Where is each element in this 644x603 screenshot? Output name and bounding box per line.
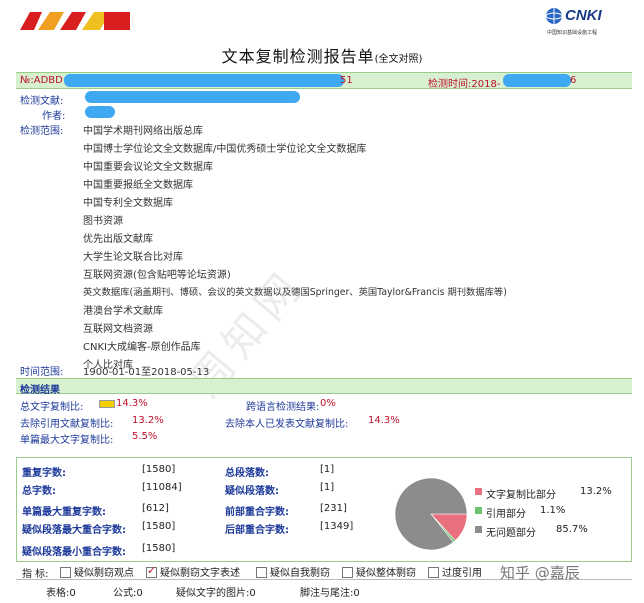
database-item: CNKI大成编客-原创作品库 bbox=[83, 342, 201, 353]
max-overlap-value: [1580] bbox=[142, 521, 176, 532]
total-copy-label: 总文字复制比: bbox=[20, 402, 84, 413]
indicator-label: 指 标: bbox=[22, 569, 49, 580]
repeat-chars-label: 重复字数: bbox=[22, 468, 66, 479]
indicator-over-quote[interactable]: 过度引用 bbox=[428, 564, 482, 579]
legend-swatch bbox=[475, 507, 482, 514]
max-repeat-value: [612] bbox=[142, 503, 169, 514]
max-single-label: 单篇最大文字复制比: bbox=[20, 435, 114, 446]
copy-ratio-bar bbox=[99, 400, 115, 408]
indicator-plagiarism-wording[interactable]: 疑似剽窃文字表述 bbox=[146, 564, 240, 579]
legend-value: 85.7% bbox=[556, 524, 588, 535]
redaction-mask bbox=[503, 74, 571, 87]
total-paragraphs-value: [1] bbox=[320, 464, 335, 475]
copy-ratio-pie-chart bbox=[394, 477, 468, 551]
check-time-tail: 6 bbox=[570, 75, 577, 86]
checkbox[interactable] bbox=[342, 567, 353, 578]
legend-label: 文字复制比部分 bbox=[486, 490, 556, 501]
legend-label: 无问题部分 bbox=[486, 528, 536, 539]
database-item: 大学生论文联合比对库 bbox=[83, 252, 183, 263]
indicator-text: 过度引用 bbox=[442, 568, 482, 579]
max-single-value: 5.5% bbox=[132, 431, 158, 442]
page-title: 文本复制检测报告单(全文对照) bbox=[0, 43, 644, 67]
max-overlap-label: 疑似段落最大重合字数: bbox=[22, 525, 126, 536]
report-title: 文本复制检测报告单 bbox=[221, 47, 375, 66]
footer-images: 疑似文字的图片:0 bbox=[176, 588, 256, 599]
checkbox[interactable] bbox=[256, 567, 267, 578]
legend-label: 引用部分 bbox=[486, 509, 526, 520]
zhihu-watermark: 知乎 @嘉辰 bbox=[500, 564, 580, 582]
repeat-chars-value: [1580] bbox=[142, 464, 176, 475]
report-title-suffix: (全文对照) bbox=[374, 54, 423, 65]
exclude-quote-value: 13.2% bbox=[132, 415, 164, 426]
indicator-plagiarism-viewpoint[interactable]: 疑似剽窃观点 bbox=[60, 564, 134, 579]
database-item: 中国重要会议论文全文数据库 bbox=[83, 162, 213, 173]
cross-language-label: 跨语言检测结果: bbox=[246, 402, 320, 413]
front-overlap-value: [231] bbox=[320, 503, 347, 514]
indicator-self-plagiarism[interactable]: 疑似自我剽窃 bbox=[256, 564, 330, 579]
scope-label: 检测范围: bbox=[20, 126, 64, 137]
check-time-label: 检测时间:2018- bbox=[428, 79, 501, 90]
suspect-paragraphs-value: [1] bbox=[320, 482, 335, 493]
suspect-paragraphs-label: 疑似段落数: bbox=[225, 486, 279, 497]
footer-footnotes: 脚注与尾注:0 bbox=[300, 588, 360, 599]
indicator-whole-plagiarism[interactable]: 疑似整体剽窃 bbox=[342, 564, 416, 579]
globe-icon bbox=[545, 8, 563, 24]
database-item: 港澳台学术文献库 bbox=[83, 306, 163, 317]
indicator-text: 疑似整体剽窃 bbox=[356, 568, 416, 579]
front-overlap-label: 前部重合字数: bbox=[225, 507, 289, 518]
redaction-mask bbox=[85, 106, 115, 118]
total-chars-label: 总字数: bbox=[22, 486, 56, 497]
checkbox[interactable] bbox=[428, 567, 439, 578]
results-title: 检测结果 bbox=[20, 385, 60, 396]
report-number-label: №:ADBD bbox=[20, 75, 63, 86]
exclude-self-value: 14.3% bbox=[368, 415, 400, 426]
database-item: 优先出版文献库 bbox=[83, 234, 153, 245]
cnki-logo-text: CNKI bbox=[565, 7, 602, 24]
results-header-bar bbox=[16, 378, 632, 394]
footer-tables: 表格:0 bbox=[46, 588, 76, 599]
legend-swatch bbox=[475, 488, 482, 495]
cnki-logo-subtitle: 中国知识基础设施工程 bbox=[547, 30, 598, 36]
indicator-text: 疑似剽窃观点 bbox=[74, 568, 134, 579]
time-range-label: 时间范围: bbox=[20, 367, 64, 378]
cnki-logo: CNKI 中国知识基础设施工程 bbox=[545, 5, 635, 39]
brand-logo bbox=[20, 12, 130, 30]
footer-formulas: 公式:0 bbox=[113, 588, 143, 599]
total-paragraphs-label: 总段落数: bbox=[225, 468, 269, 479]
legend-value: 13.2% bbox=[580, 486, 612, 497]
database-item: 中国专利全文数据库 bbox=[83, 198, 173, 209]
back-overlap-value: [1349] bbox=[320, 521, 354, 532]
legend-value: 1.1% bbox=[540, 505, 566, 516]
min-overlap-value: [1580] bbox=[142, 543, 176, 554]
database-item: 中国重要报纸全文数据库 bbox=[83, 180, 193, 191]
database-item: 中国学术期刊网络出版总库 bbox=[83, 126, 203, 137]
legend-swatch bbox=[475, 526, 482, 533]
exclude-quote-label: 去除引用文献复制比: bbox=[20, 419, 114, 430]
max-repeat-label: 单篇最大重复字数: bbox=[22, 507, 106, 518]
cross-language-value: 0% bbox=[320, 398, 336, 409]
indicator-text: 疑似自我剽窃 bbox=[270, 568, 330, 579]
redaction-mask bbox=[64, 74, 344, 87]
redaction-mask bbox=[85, 91, 300, 103]
database-item: 互联网资源(包含贴吧等论坛资源) bbox=[83, 270, 231, 281]
report-number-tail: 51 bbox=[340, 75, 353, 86]
database-item: 图书资源 bbox=[83, 216, 123, 227]
indicator-text: 疑似剽窃文字表述 bbox=[160, 568, 240, 579]
database-item: 中国博士学位论文全文数据库/中国优秀硕士学位论文全文数据库 bbox=[83, 144, 367, 155]
total-copy-value: 14.3% bbox=[116, 398, 148, 409]
database-item: 互联网文档资源 bbox=[83, 324, 153, 335]
total-chars-value: [11084] bbox=[142, 482, 182, 493]
author-label: 作者: bbox=[42, 111, 66, 122]
checkbox-checked[interactable] bbox=[146, 564, 157, 578]
min-overlap-label: 疑似段落最小重合字数: bbox=[22, 547, 126, 558]
back-overlap-label: 后部重合字数: bbox=[225, 525, 289, 536]
checkbox[interactable] bbox=[60, 567, 71, 578]
exclude-self-label: 去除本人已发表文献复制比: bbox=[225, 419, 349, 430]
document-label: 检测文献: bbox=[20, 96, 64, 107]
